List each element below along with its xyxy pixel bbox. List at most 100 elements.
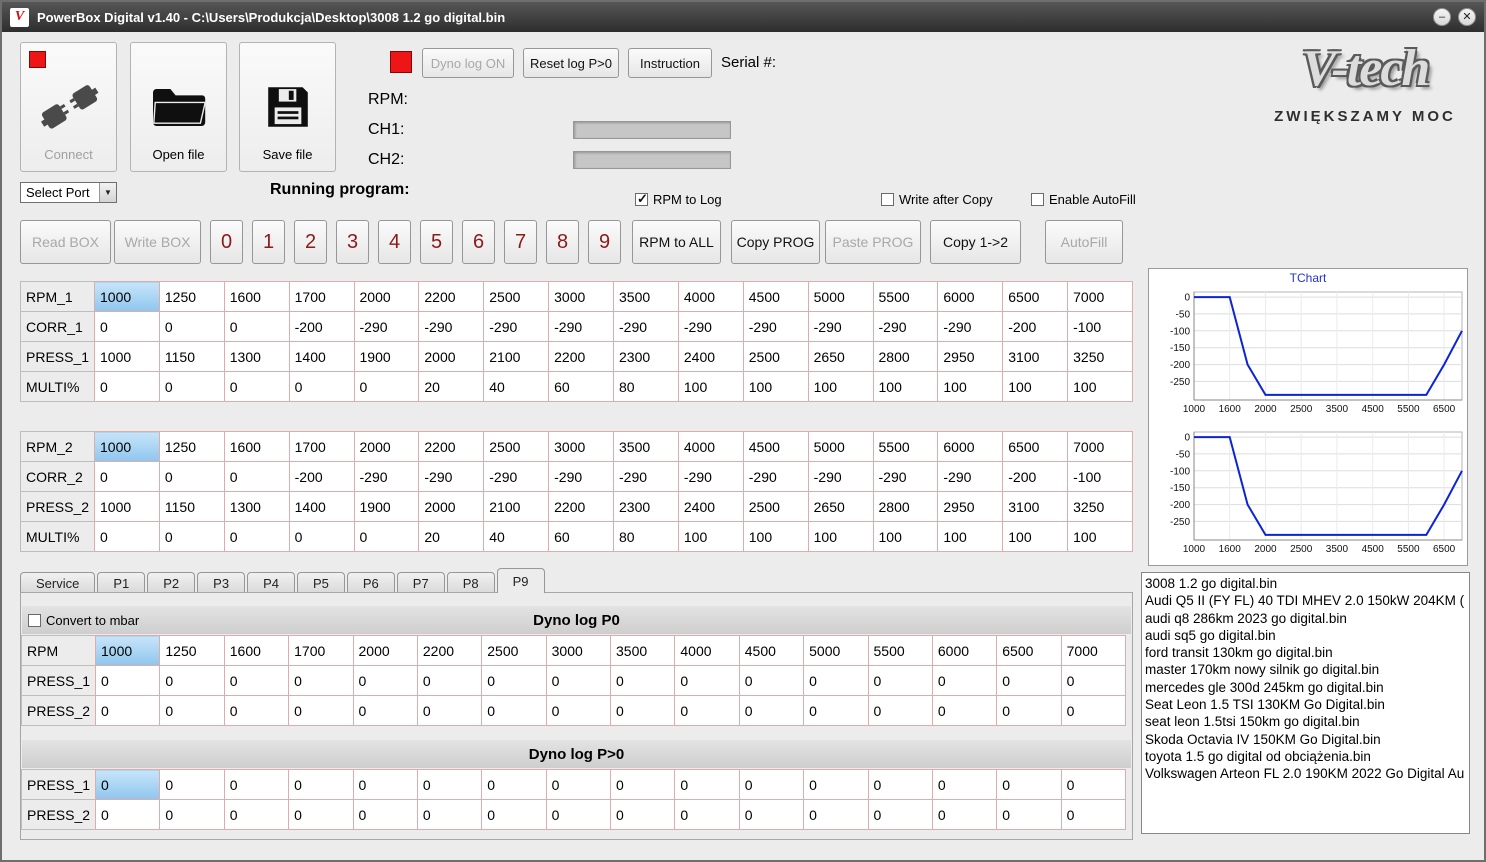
minimize-button[interactable]: – <box>1433 8 1451 26</box>
copy-prog-button[interactable]: Copy PROG <box>731 220 820 264</box>
grid-cell[interactable]: 4000 <box>677 281 744 312</box>
close-button[interactable]: ✕ <box>1458 8 1476 26</box>
grid-cell[interactable]: 1900 <box>353 341 420 372</box>
tab-p4[interactable]: P4 <box>247 572 295 593</box>
grid-cell[interactable]: 2650 <box>807 341 874 372</box>
grid-cell[interactable]: 2500 <box>742 491 809 522</box>
grid-cell[interactable]: 0 <box>867 665 933 696</box>
grid-cell[interactable]: 3500 <box>609 635 676 666</box>
grid-cell[interactable]: 1600 <box>223 431 290 462</box>
grid-cell[interactable]: 0 <box>223 371 290 402</box>
grid-cell[interactable]: 0 <box>159 799 225 830</box>
grid-cell[interactable]: -100 <box>1067 461 1133 492</box>
grid-cell[interactable]: 0 <box>416 769 483 800</box>
digit-button-5[interactable]: 5 <box>420 220 453 264</box>
grid-cell[interactable]: -290 <box>613 311 679 342</box>
grid-cell[interactable]: 2300 <box>613 341 679 372</box>
grid-cell[interactable]: 2400 <box>677 491 744 522</box>
grid-cell[interactable]: 0 <box>94 311 160 342</box>
grid-cell[interactable]: -290 <box>677 461 744 492</box>
grid-cell[interactable]: 0 <box>545 695 612 726</box>
grid-cell[interactable]: 20 <box>418 371 485 402</box>
digit-button-8[interactable]: 8 <box>546 220 579 264</box>
grid-cell[interactable]: 20 <box>418 521 485 552</box>
grid-cell[interactable]: 0 <box>931 665 998 696</box>
tab-p5[interactable]: P5 <box>296 572 345 593</box>
file-list-item[interactable]: Skoda Octavia IV 150KM Go Digital.bin <box>1145 731 1466 748</box>
tab-p6[interactable]: P6 <box>346 572 395 593</box>
grid-cell[interactable]: 0 <box>352 665 418 696</box>
tab-p1[interactable]: P1 <box>97 572 146 593</box>
grid-cell[interactable]: 2800 <box>872 341 939 372</box>
grid-cell[interactable]: 2000 <box>418 491 485 522</box>
grid-cell[interactable]: 4000 <box>674 635 740 666</box>
digit-button-0[interactable]: 0 <box>210 220 243 264</box>
file-list-item[interactable]: audi sq5 go digital.bin <box>1145 627 1466 644</box>
grid-cell[interactable]: 100 <box>872 521 939 552</box>
copy-1-to-2-button[interactable]: Copy 1->2 <box>930 220 1021 264</box>
grid-cell[interactable]: 1900 <box>353 491 420 522</box>
grid-cell[interactable]: 1250 <box>159 635 225 666</box>
grid-cell[interactable]: 0 <box>674 799 740 830</box>
grid-cell[interactable]: 0 <box>159 665 225 696</box>
grid-cell[interactable]: -290 <box>613 461 679 492</box>
grid-cell[interactable]: 100 <box>807 521 874 552</box>
grid-cell[interactable]: 0 <box>288 665 354 696</box>
grid-cell[interactable]: 0 <box>481 769 547 800</box>
grid-cell[interactable]: 80 <box>613 521 679 552</box>
grid-cell[interactable]: 3250 <box>1067 341 1133 372</box>
tab-p2[interactable]: P2 <box>147 572 196 593</box>
grid-cell[interactable]: 100 <box>872 371 939 402</box>
grid-cell[interactable]: 0 <box>738 769 805 800</box>
grid-cell[interactable]: 1000 <box>94 635 161 666</box>
grid-cell[interactable]: 0 <box>996 799 1062 830</box>
grid-cell[interactable]: 0 <box>288 799 354 830</box>
grid-cell[interactable]: 0 <box>803 799 869 830</box>
grid-cell[interactable]: 2950 <box>937 341 1004 372</box>
file-list-item[interactable]: Audi Q5 II (FY FL) 40 TDI MHEV 2.0 150kW… <box>1145 592 1466 609</box>
grid-cell[interactable]: 0 <box>931 799 998 830</box>
grid-cell[interactable]: 100 <box>1002 371 1069 402</box>
grid-cell[interactable]: -290 <box>807 461 874 492</box>
grid-cell[interactable]: 5000 <box>807 431 874 462</box>
grid-cell[interactable]: 1000 <box>94 281 160 312</box>
enable-autofill-checkbox[interactable]: Enable AutoFill <box>1031 192 1136 207</box>
grid-cell[interactable]: 0 <box>94 521 160 552</box>
grid-cell[interactable]: -290 <box>483 461 550 492</box>
file-list-item[interactable]: Volkswagen Arteon FL 2.0 190KM 2022 Go D… <box>1145 765 1466 782</box>
grid-cell[interactable]: 2950 <box>937 491 1004 522</box>
grid-cell[interactable]: -290 <box>937 311 1004 342</box>
grid-cell[interactable]: 1250 <box>158 431 225 462</box>
grid-cell[interactable]: 3100 <box>1002 491 1069 522</box>
grid-cell[interactable]: 4000 <box>677 431 744 462</box>
grid-cell[interactable]: 100 <box>1067 371 1133 402</box>
grid-cell[interactable]: 2500 <box>481 635 547 666</box>
grid-cell[interactable]: 1000 <box>94 431 160 462</box>
grid-cell[interactable]: -200 <box>1002 311 1069 342</box>
grid-cell[interactable]: 0 <box>352 799 418 830</box>
grid-cell[interactable]: 2000 <box>352 635 418 666</box>
grid-cell[interactable]: 0 <box>674 695 740 726</box>
write-box-button[interactable]: Write BOX <box>114 220 201 264</box>
grid-cell[interactable]: 100 <box>742 371 809 402</box>
grid-cell[interactable]: 2200 <box>548 341 614 372</box>
grid-cell[interactable]: 5000 <box>807 281 874 312</box>
grid-cell[interactable]: 2300 <box>613 491 679 522</box>
grid-cell[interactable]: 0 <box>416 799 483 830</box>
grid-cell[interactable]: -290 <box>418 461 485 492</box>
grid-cell[interactable]: 0 <box>223 769 290 800</box>
grid-cell[interactable]: 0 <box>158 371 225 402</box>
digit-button-1[interactable]: 1 <box>252 220 285 264</box>
grid-cell[interactable]: 0 <box>1060 665 1127 696</box>
file-list-item[interactable]: master 170km nowy silnik go digital.bin <box>1145 661 1466 678</box>
grid-cell[interactable]: 1700 <box>288 281 355 312</box>
grid-cell[interactable]: 7000 <box>1060 635 1127 666</box>
grid-cell[interactable]: 0 <box>674 769 740 800</box>
grid-cell[interactable]: 1600 <box>223 635 290 666</box>
grid-cell[interactable]: -200 <box>1002 461 1069 492</box>
grid-cell[interactable]: 100 <box>807 371 874 402</box>
grid-cell[interactable]: -290 <box>742 461 809 492</box>
grid-cell[interactable]: 0 <box>803 695 869 726</box>
grid-cell[interactable]: 2100 <box>483 341 550 372</box>
grid-cell[interactable]: 0 <box>674 665 740 696</box>
